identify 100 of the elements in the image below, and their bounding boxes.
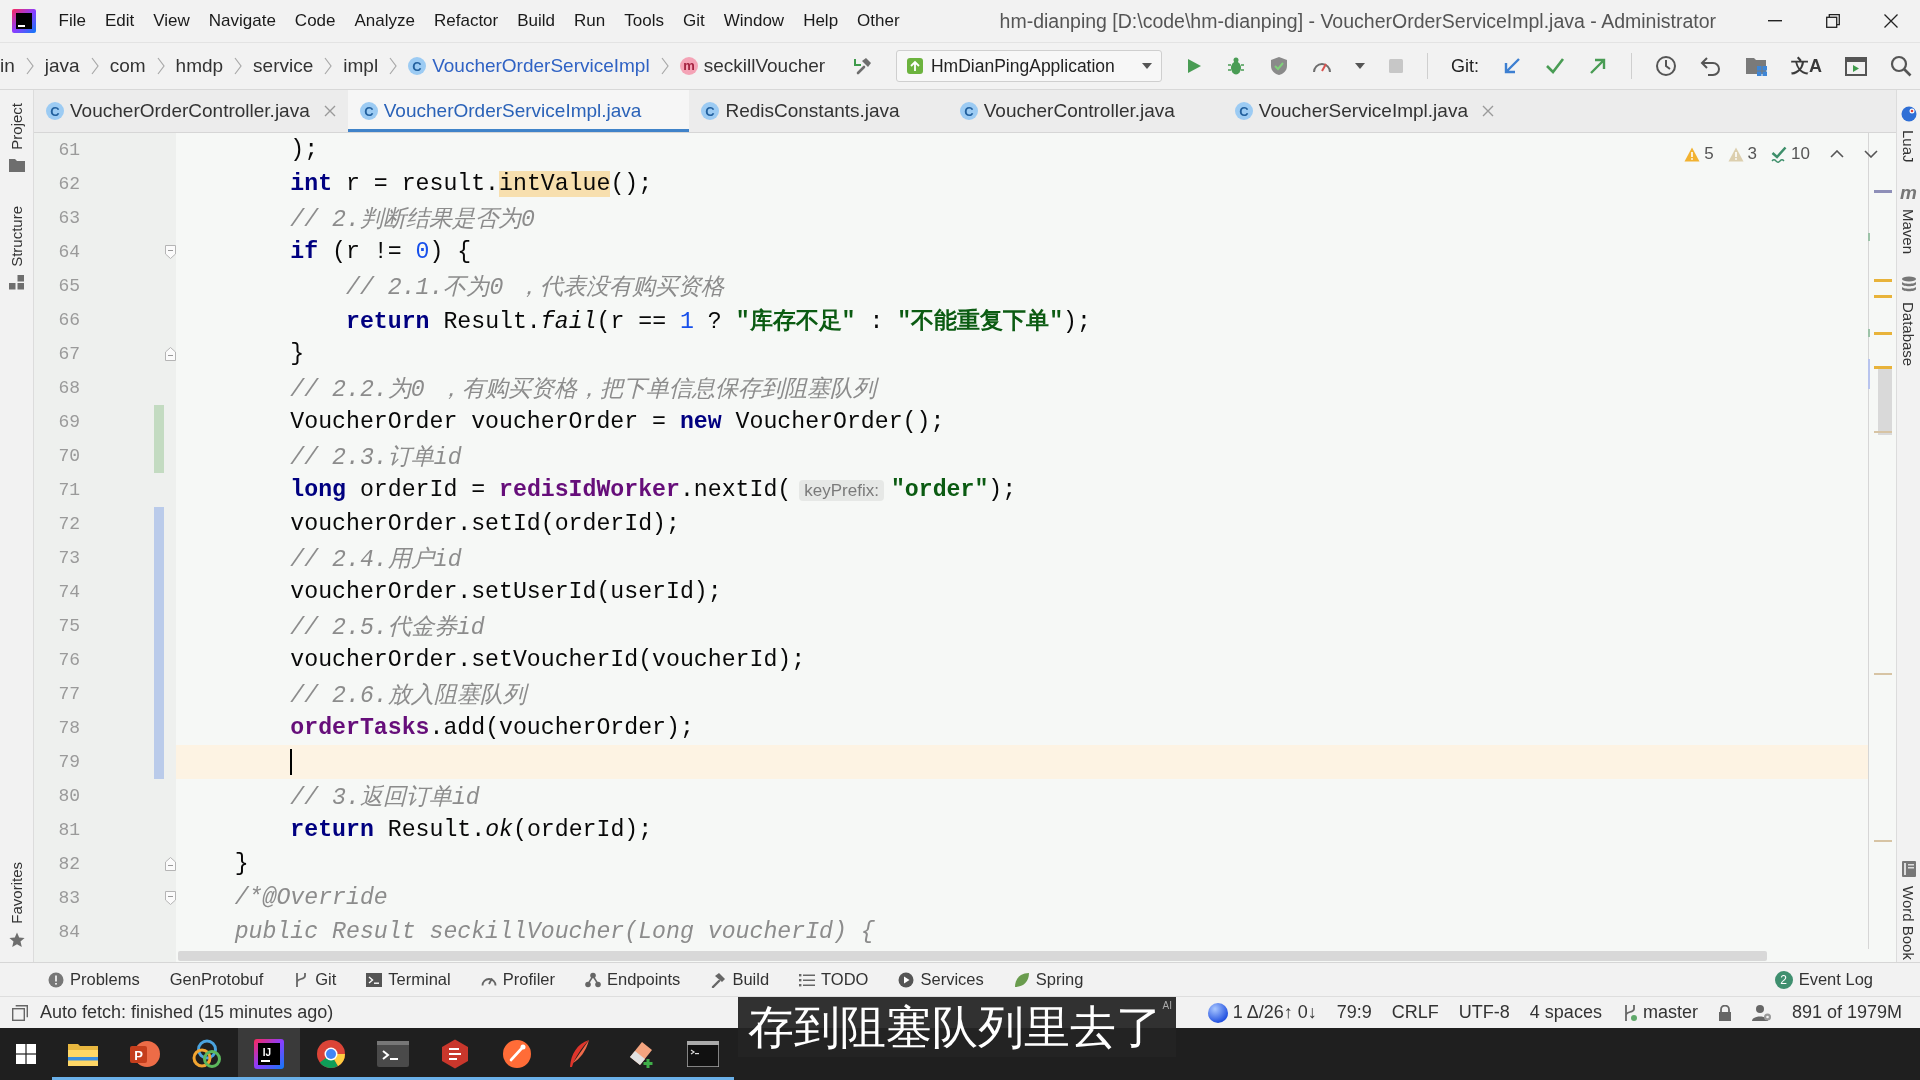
bug-icon[interactable] <box>1226 56 1246 76</box>
app-config-icon <box>906 57 924 75</box>
tool-window-tab[interactable]: LuaJ <box>1900 106 1917 163</box>
status-widget[interactable]: 891 of 1979M <box>1791 1002 1902 1023</box>
tool-window-button[interactable]: 2 Event Log <box>1774 970 1873 989</box>
breadcrumb-item[interactable]: impl <box>343 55 379 77</box>
menu-item[interactable]: Git <box>673 5 715 37</box>
line-number: 64 <box>57 241 80 264</box>
line-number: 74 <box>57 581 80 604</box>
tool-window-button[interactable]: Spring <box>1013 970 1084 989</box>
status-widget[interactable]: master <box>1621 1002 1698 1023</box>
taskbar-button[interactable]: IJ <box>238 1028 300 1080</box>
breadcrumb-item[interactable]: hmdp <box>175 55 224 77</box>
fold-marker-icon[interactable] <box>164 891 176 905</box>
menu-item[interactable]: Help <box>793 5 848 37</box>
status-widget[interactable]: UTF-8 <box>1458 1002 1510 1023</box>
translate-button[interactable]: 文A <box>1791 54 1822 78</box>
tool-window-tab[interactable]: Database <box>1900 275 1917 366</box>
tool-window-tab[interactable]: Structure <box>8 205 25 290</box>
change-marker[interactable] <box>154 439 164 473</box>
status-widget[interactable]: 4 spaces <box>1529 1002 1602 1023</box>
menu-item[interactable]: Edit <box>95 5 144 37</box>
user-gear-icon[interactable] <box>1751 1003 1772 1022</box>
restore-icon[interactable] <box>1826 14 1840 28</box>
inspection-counter[interactable]: 5 <box>1684 144 1714 164</box>
breadcrumb-item[interactable]: service <box>253 55 314 77</box>
change-marker[interactable] <box>154 405 164 439</box>
clock-icon[interactable] <box>1655 55 1677 77</box>
caret-down-icon[interactable] <box>1355 63 1365 69</box>
screen-icon[interactable] <box>1845 55 1867 77</box>
horizontal-scrollbar[interactable] <box>178 950 1767 961</box>
tool-window-button[interactable]: Endpoints <box>585 970 681 989</box>
fold-marker-icon[interactable] <box>164 857 176 871</box>
editor-tab[interactable]: C VoucherController.java <box>947 90 1223 132</box>
menu-item[interactable]: Tools <box>614 5 674 37</box>
breadcrumb-item[interactable]: C VoucherOrderServiceImpl <box>408 55 650 77</box>
inspection-counter[interactable]: 3 <box>1727 144 1758 164</box>
fold-marker-icon[interactable] <box>164 245 176 259</box>
check-icon[interactable] <box>1545 56 1565 76</box>
change-marker[interactable] <box>154 507 164 541</box>
tool-window-button[interactable]: Git <box>293 970 337 989</box>
breadcrumb-item[interactable]: com <box>109 55 146 77</box>
editor-tab[interactable]: C RedisConstants.java <box>689 90 948 132</box>
padlock-icon[interactable] <box>1717 1004 1732 1021</box>
tool-window-tab[interactable]: Word Book <box>1900 860 1917 960</box>
tool-window-button[interactable]: Build <box>710 970 770 989</box>
run-config-dropdown[interactable]: HmDianPingApplication <box>896 50 1162 82</box>
tool-window-button[interactable]: TODO <box>799 970 869 989</box>
menu-item[interactable]: Code <box>285 5 345 37</box>
undo-icon[interactable] <box>1700 55 1722 77</box>
menu-item[interactable]: File <box>49 5 96 37</box>
tool-window-tab[interactable]: Project <box>8 103 25 172</box>
editor-tab[interactable]: C VoucherServiceImpl.java <box>1222 90 1506 132</box>
tool-window-tab[interactable]: m Maven <box>1900 184 1917 254</box>
minimize-icon[interactable] <box>1768 20 1782 22</box>
rings-app-icon <box>192 1039 222 1069</box>
status-widget[interactable]: 79:9 <box>1336 1002 1372 1023</box>
tool-window-tab[interactable]: Favorites <box>8 862 25 948</box>
chevron-down-icon[interactable] <box>1864 150 1878 158</box>
change-marker[interactable] <box>154 745 164 779</box>
tool-window-button[interactable]: Terminal <box>366 970 451 989</box>
search-icon[interactable] <box>1890 55 1912 77</box>
folder-grid-icon[interactable] <box>1745 55 1768 77</box>
breadcrumb-item[interactable]: in <box>0 55 15 77</box>
fold-marker-icon[interactable] <box>164 347 176 361</box>
leaf-icon <box>1013 971 1030 988</box>
code-line: voucherOrder.setVoucherId(voucherId); <box>289 647 806 673</box>
code-line: orderTasks.add(voucherOrder); <box>289 715 694 741</box>
menu-item[interactable]: Run <box>564 5 615 37</box>
status-widget[interactable]: 1 Δ/26↑ 0↓ <box>1207 1002 1317 1023</box>
close-icon[interactable] <box>1884 14 1898 28</box>
tool-window-button[interactable]: GenProtobuf <box>169 970 264 989</box>
menu-item[interactable]: Analyze <box>345 5 425 37</box>
chevron-up-icon[interactable] <box>1830 150 1844 158</box>
status-widget[interactable]: CRLF <box>1391 1002 1439 1023</box>
hexagon-app-icon <box>441 1039 469 1069</box>
run-icon[interactable] <box>1185 57 1203 75</box>
tool-window-button[interactable]: Profiler <box>480 970 555 989</box>
line-number: 71 <box>57 479 80 502</box>
menu-item[interactable]: Navigate <box>199 5 286 37</box>
menu-item[interactable]: Build <box>507 5 565 37</box>
update-arrow-icon[interactable] <box>1502 56 1522 76</box>
shield-icon[interactable] <box>1269 56 1289 76</box>
menu-item[interactable]: Window <box>714 5 794 37</box>
menu-item[interactable]: View <box>143 5 200 37</box>
hammer-icon[interactable] <box>853 56 873 76</box>
panel-toggle-icon[interactable] <box>12 1004 28 1021</box>
menu-item[interactable]: Refactor <box>424 5 508 37</box>
method-icon: m <box>679 57 698 75</box>
tool-window-button[interactable]: Problems <box>48 970 140 989</box>
menu-item[interactable]: Other <box>847 5 910 37</box>
tool-window-button[interactable]: Services <box>898 970 984 989</box>
editor-tab[interactable]: C VoucherOrderController.java <box>34 90 348 132</box>
push-arrow-icon[interactable] <box>1588 56 1608 76</box>
breadcrumb-item[interactable]: m seckillVoucher <box>679 55 826 77</box>
editor-tab[interactable]: C VoucherOrderServiceImpl.java <box>347 90 690 132</box>
taskbar-button[interactable]: P <box>114 1028 176 1080</box>
breadcrumb-item[interactable]: java <box>44 55 80 77</box>
inspection-counter[interactable]: 10 <box>1771 144 1810 164</box>
terminal-icon <box>377 1041 409 1067</box>
